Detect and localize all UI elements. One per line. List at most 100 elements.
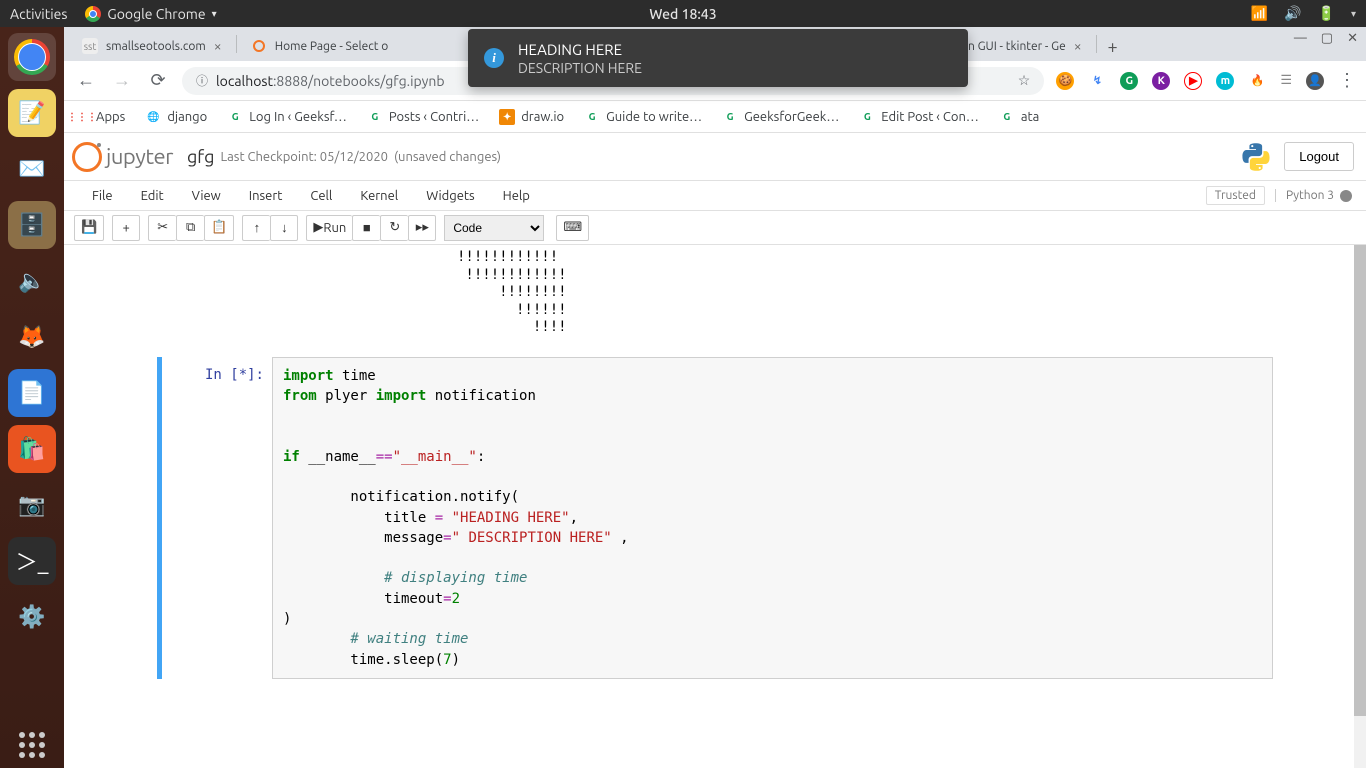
cut-button[interactable]: ✂ <box>148 215 176 241</box>
unsaved-label: (unsaved changes) <box>388 150 501 164</box>
window-maximize[interactable]: ▢ <box>1321 31 1333 46</box>
tab-1[interactable]: sst smallseotools.com × <box>70 31 234 61</box>
chrome-window: sst smallseotools.com × Home Page - Sele… <box>64 27 1366 768</box>
python-icon <box>1242 143 1270 171</box>
star-icon[interactable]: ☆ <box>1018 72 1031 89</box>
menu-edit[interactable]: Edit <box>127 189 178 203</box>
bookmark-login[interactable]: GLog In ‹ Geeksf… <box>227 109 347 125</box>
volume-icon[interactable]: 🔊 <box>1284 5 1301 22</box>
menu-cell[interactable]: Cell <box>296 189 346 203</box>
chrome-icon <box>14 39 50 75</box>
forward-button[interactable]: → <box>110 70 134 91</box>
trusted-indicator[interactable]: Trusted <box>1206 186 1265 205</box>
jupyter-menubar: File Edit View Insert Cell Kernel Widget… <box>64 181 1366 211</box>
dock-terminal[interactable]: ＞_ <box>8 537 56 585</box>
reload-button[interactable]: ⟳ <box>146 70 170 91</box>
active-app-indicator[interactable]: Google Chrome ▾ <box>85 6 216 22</box>
tab-separator <box>1096 35 1097 53</box>
profile-avatar[interactable]: 👤 <box>1306 72 1324 90</box>
scrollbar-thumb[interactable] <box>1354 245 1366 716</box>
notebook-body: !!!!!!!!!!!! !!!!!!!!!!!! !!!!!!!! !!!!!… <box>64 245 1366 768</box>
cell-output: !!!!!!!!!!!! !!!!!!!!!!!! !!!!!!!! !!!!!… <box>157 245 1273 357</box>
bookmark-gg[interactable]: GGeeksforGeek… <box>722 109 839 125</box>
command-palette-button[interactable]: ⌨ <box>556 215 589 241</box>
code-editor[interactable]: import time from plyer import notificati… <box>272 357 1273 679</box>
jupyter-header: jupyter gfg Last Checkpoint: 05/12/2020 … <box>64 133 1366 181</box>
cell-type-select[interactable]: Code <box>444 215 544 241</box>
add-cell-button[interactable]: + <box>112 215 140 241</box>
active-app-label: Google Chrome <box>107 6 205 22</box>
tab-2[interactable]: Home Page - Select o <box>239 31 401 61</box>
kernel-busy-icon <box>1340 190 1352 202</box>
desktop-notification[interactable]: i HEADING HERE DESCRIPTION HERE <box>468 29 968 87</box>
kernel-indicator[interactable]: Python 3 <box>1275 189 1352 202</box>
dock-screenshot[interactable]: 📷 <box>8 481 56 529</box>
bookmark-guide[interactable]: GGuide to write… <box>584 109 702 125</box>
extension-icon[interactable]: 🍪 <box>1056 72 1074 90</box>
copy-button[interactable]: ⧉ <box>176 215 204 241</box>
extension-icon[interactable]: 🔥 <box>1248 72 1266 90</box>
tab-title: Home Page - Select o <box>275 40 389 53</box>
code-cell[interactable]: In [*]: import time from plyer import no… <box>157 357 1273 679</box>
jupyter-icon <box>251 38 267 54</box>
window-minimize[interactable]: — <box>1294 31 1307 46</box>
info-icon: ⓘ <box>196 72 208 89</box>
dock-libreoffice[interactable]: 📄 <box>8 369 56 417</box>
restart-button[interactable]: ↻ <box>380 215 408 241</box>
battery-icon[interactable]: 🔋 <box>1318 5 1335 22</box>
reader-icon[interactable]: ☰ <box>1280 73 1292 88</box>
close-icon[interactable]: × <box>214 38 222 54</box>
jupyter-logo[interactable]: jupyter <box>72 142 173 172</box>
bookmark-ata[interactable]: Gata <box>999 109 1039 125</box>
notification-message: DESCRIPTION HERE <box>518 60 642 76</box>
menu-file[interactable]: File <box>78 189 127 203</box>
move-up-button[interactable]: ↑ <box>242 215 270 241</box>
interrupt-button[interactable]: ■ <box>352 215 380 241</box>
grammarly-icon[interactable]: G <box>1120 72 1138 90</box>
apps-shortcut[interactable]: ⋮⋮⋮Apps <box>74 109 125 125</box>
back-button[interactable]: ← <box>74 70 98 91</box>
save-button[interactable]: 💾 <box>74 215 104 241</box>
dock-firefox[interactable]: 🦊 <box>8 313 56 361</box>
show-applications[interactable] <box>19 732 45 768</box>
menu-view[interactable]: View <box>178 189 235 203</box>
run-button[interactable]: ▶ Run <box>306 215 352 241</box>
notebook-name[interactable]: gfg <box>187 147 215 167</box>
new-tab-button[interactable]: + <box>1099 33 1127 61</box>
move-down-button[interactable]: ↓ <box>270 215 298 241</box>
scrollbar-track[interactable] <box>1354 245 1366 768</box>
dock-thunderbird[interactable]: ✉️ <box>8 145 56 193</box>
bookmark-drawio[interactable]: ✦draw.io <box>499 109 564 125</box>
dock-chrome[interactable] <box>8 33 56 81</box>
dock-rhythmbox[interactable]: 🔈 <box>8 257 56 305</box>
menu-widgets[interactable]: Widgets <box>412 189 488 203</box>
menu-kernel[interactable]: Kernel <box>346 189 412 203</box>
clock[interactable]: Wed 18:43 <box>649 6 716 22</box>
bookmark-django[interactable]: 🌐django <box>145 109 207 125</box>
window-close[interactable]: ✕ <box>1347 31 1358 46</box>
dock-text-editor[interactable]: 📝 <box>8 89 56 137</box>
activities-button[interactable]: Activities <box>10 6 67 22</box>
logout-button[interactable]: Logout <box>1284 142 1354 171</box>
network-icon[interactable]: 📶 <box>1251 5 1268 22</box>
dock-software[interactable]: 🛍️ <box>8 425 56 473</box>
menu-help[interactable]: Help <box>489 189 544 203</box>
url-path: :8888/notebooks/gfg.ipynb <box>273 73 445 89</box>
dock-files[interactable]: 🗄️ <box>8 201 56 249</box>
bookmark-posts[interactable]: GPosts ‹ Contri… <box>367 109 479 125</box>
extension-icon[interactable]: K <box>1152 72 1170 90</box>
paste-button[interactable]: 📋 <box>204 215 234 241</box>
dock-settings[interactable]: ⚙️ <box>8 593 56 641</box>
extension-icon[interactable]: m <box>1216 72 1234 90</box>
restart-run-button[interactable]: ▸▸ <box>408 215 436 241</box>
bookmark-edit[interactable]: GEdit Post ‹ Con… <box>859 109 979 125</box>
chevron-down-icon[interactable]: ▾ <box>1351 8 1356 20</box>
close-icon[interactable]: × <box>1074 38 1082 54</box>
tab-title: smallseotools.com <box>106 40 206 53</box>
menu-icon[interactable]: ⋮ <box>1338 70 1356 91</box>
menu-insert[interactable]: Insert <box>235 189 297 203</box>
youtube-icon[interactable]: ▶ <box>1184 72 1202 90</box>
jupyter-toolbar: 💾 + ✂ ⧉ 📋 ↑ ↓ ▶ Run ■ ↻ ▸▸ Code ⌨ <box>64 211 1366 245</box>
extension-icon[interactable]: ↯ <box>1088 72 1106 90</box>
chrome-icon <box>85 6 101 22</box>
